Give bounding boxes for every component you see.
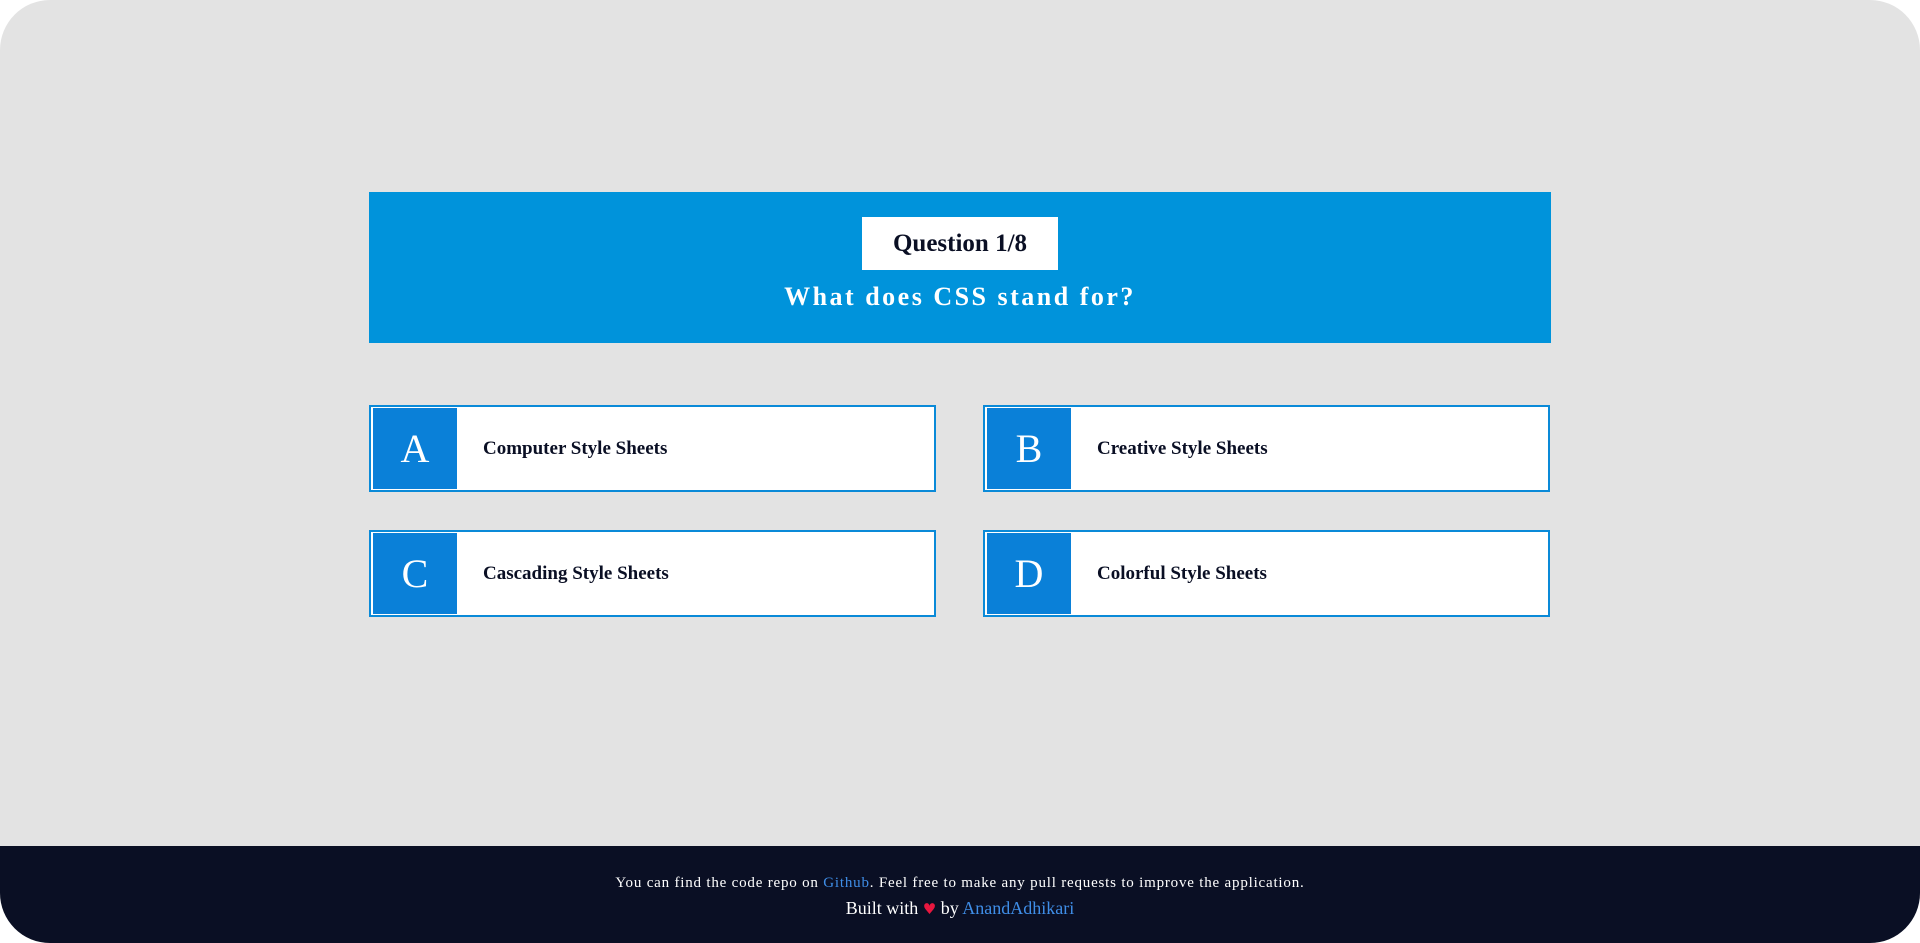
built-with-text: Built with <box>845 898 923 918</box>
option-label: Computer Style Sheets <box>483 437 668 459</box>
option-letter: B <box>987 408 1071 489</box>
quiz-app: Question 1/8 What does CSS stand for? A … <box>0 0 1920 943</box>
footer-pr-text: . Feel free to make any pull requests to… <box>869 875 1305 891</box>
author-link[interactable]: AnandAdhikari <box>962 898 1074 918</box>
option-letter: A <box>373 408 457 489</box>
question-text: What does CSS stand for? <box>784 282 1136 311</box>
option-c-button[interactable]: C Cascading Style Sheets <box>369 530 936 617</box>
option-letter: D <box>987 533 1071 614</box>
footer-repo-note: You can find the code repo on Github. Fe… <box>0 875 1920 892</box>
question-panel: Question 1/8 What does CSS stand for? <box>369 192 1551 343</box>
question-counter-badge: Question 1/8 <box>862 217 1058 270</box>
option-label: Cascading Style Sheets <box>483 562 669 584</box>
github-link[interactable]: Github <box>823 875 869 891</box>
footer-repo-text: You can find the code repo on <box>615 875 824 891</box>
footer-credit: Built with ♥ by AnandAdhikari <box>0 898 1920 919</box>
option-d-button[interactable]: D Colorful Style Sheets <box>983 530 1550 617</box>
option-b-button[interactable]: B Creative Style Sheets <box>983 405 1550 492</box>
option-label: Creative Style Sheets <box>1097 437 1268 459</box>
option-label: Colorful Style Sheets <box>1097 562 1267 584</box>
by-text: by <box>936 898 963 918</box>
option-a-button[interactable]: A Computer Style Sheets <box>369 405 936 492</box>
option-letter: C <box>373 533 457 614</box>
footer: You can find the code repo on Github. Fe… <box>0 846 1920 943</box>
heart-icon: ♥ <box>922 900 937 918</box>
